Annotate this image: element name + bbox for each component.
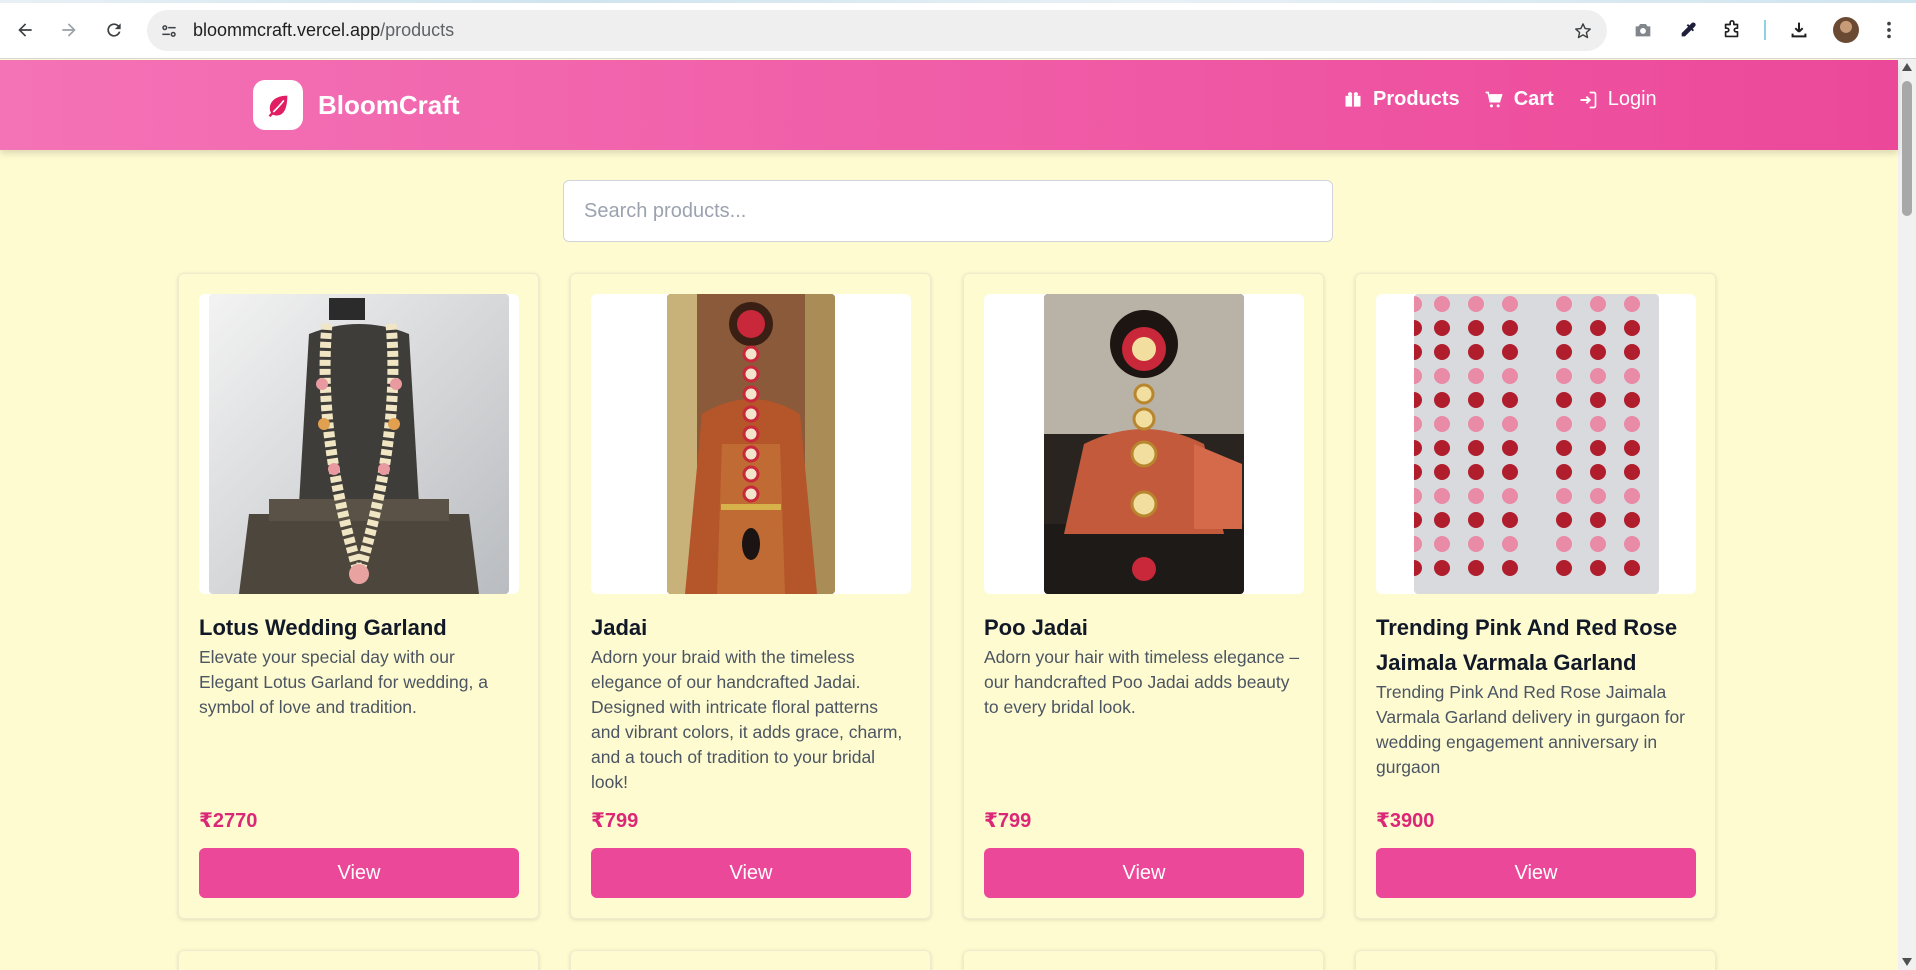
address-bar[interactable]: bloommcraft.vercel.app/products [147, 10, 1607, 51]
forward-icon[interactable] [53, 14, 85, 46]
url-text: bloommcraft.vercel.app/products [193, 20, 454, 41]
product-image-frame [1376, 294, 1696, 594]
product-description: Adorn your braid with the timeless elega… [591, 647, 903, 792]
product-title[interactable]: Trending Pink And Red Rose Jaimala Varma… [1376, 610, 1696, 680]
site-header: BloomCraft Products Cart Login [0, 60, 1898, 150]
toolbar-separator [1764, 20, 1766, 40]
site-info-icon[interactable] [155, 17, 183, 45]
leaf-logo-icon [253, 80, 303, 130]
search-input[interactable] [563, 180, 1333, 242]
profile-avatar[interactable] [1833, 17, 1859, 43]
product-card: Poo Jadai Adorn your hair with timeless … [963, 273, 1324, 919]
download-icon[interactable] [1784, 15, 1814, 45]
camera-icon[interactable] [1628, 15, 1658, 45]
scroll-up-icon[interactable] [1902, 63, 1912, 71]
product-description: Elevate your special day with our Elegan… [199, 647, 488, 717]
lotus-garland-image[interactable] [209, 294, 509, 594]
brand-link[interactable]: BloomCraft [253, 80, 460, 130]
product-card [178, 950, 539, 970]
nav-products[interactable]: Products [1343, 88, 1460, 111]
product-card [963, 950, 1324, 970]
view-button[interactable]: View [591, 848, 911, 898]
cart-icon [1485, 91, 1503, 107]
product-title[interactable]: Jadai [591, 610, 911, 645]
browser-toolbar: bloommcraft.vercel.app/products [0, 0, 1916, 59]
nav-login-label: Login [1607, 88, 1657, 110]
kebab-menu-icon[interactable] [1874, 15, 1904, 45]
page-scrollbar[interactable] [1898, 59, 1916, 970]
jadai-image[interactable] [667, 294, 835, 594]
product-title[interactable]: Poo Jadai [984, 610, 1304, 645]
brand-name: BloomCraft [318, 89, 460, 120]
product-image-frame [199, 294, 519, 594]
extensions-icon[interactable] [1717, 15, 1747, 45]
product-card: Trending Pink And Red Rose Jaimala Varma… [1355, 273, 1716, 919]
view-button[interactable]: View [199, 848, 519, 898]
poo-jadai-image[interactable] [1044, 294, 1244, 594]
product-price: ₹3900 [1376, 810, 1435, 832]
view-button[interactable]: View [1376, 848, 1696, 898]
rose-garland-image[interactable] [1414, 294, 1659, 594]
product-price: ₹799 [591, 810, 639, 832]
url-domain: bloommcraft.vercel.app [193, 20, 381, 40]
product-image-frame [591, 294, 911, 594]
product-card [570, 950, 931, 970]
eyedropper-icon[interactable] [1673, 15, 1703, 45]
url-path: /products [380, 20, 455, 40]
view-button[interactable]: View [984, 848, 1304, 898]
product-description: Adorn your hair with timeless elegance –… [984, 647, 1300, 717]
tab-strip-edge [0, 0, 1916, 3]
bookmark-star-icon[interactable] [1569, 17, 1597, 45]
back-icon[interactable] [9, 14, 41, 46]
nav-cart[interactable]: Cart [1484, 88, 1554, 111]
product-price: ₹2770 [199, 810, 258, 832]
product-description: Trending Pink And Red Rose Jaimala Varma… [1376, 682, 1686, 777]
login-icon [1580, 91, 1597, 108]
nav-products-label: Products [1373, 88, 1460, 110]
product-card [1355, 950, 1716, 970]
scrollbar-thumb[interactable] [1902, 81, 1912, 216]
product-card: Lotus Wedding Garland Elevate your speci… [178, 273, 539, 919]
reload-icon[interactable] [98, 14, 130, 46]
nav-login[interactable]: Login [1578, 88, 1657, 111]
gift-icon [1345, 91, 1361, 107]
product-title[interactable]: Lotus Wedding Garland [199, 610, 519, 645]
product-price: ₹799 [984, 810, 1032, 832]
product-card: Jadai Adorn your braid with the timeless… [570, 273, 931, 919]
scroll-down-icon[interactable] [1902, 958, 1912, 966]
main-nav: Products Cart Login [1343, 88, 1681, 111]
product-image-frame [984, 294, 1304, 594]
nav-cart-label: Cart [1513, 88, 1554, 110]
